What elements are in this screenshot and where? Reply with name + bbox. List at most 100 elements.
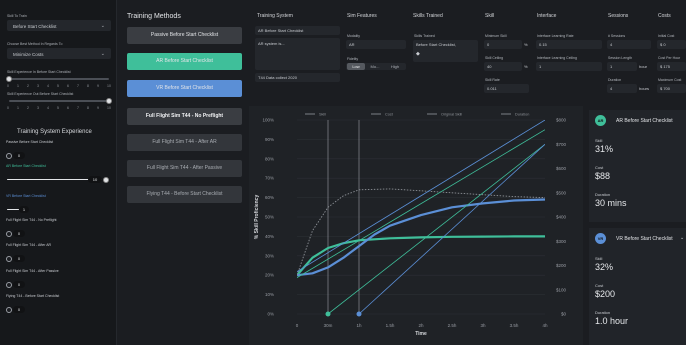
exp-before-label: Skill Experience In Before Start Checkli… xyxy=(7,70,71,74)
system-slider-fill xyxy=(7,208,19,210)
y2-tick-label: $400 xyxy=(556,215,567,220)
system-label: Full Flight Sim T44 - No Preflight xyxy=(6,218,57,222)
system-data-field[interactable]: T44 Data collect 2020 xyxy=(255,73,340,82)
interface-ceiling-field[interactable]: 1 xyxy=(536,62,602,71)
slider-tick-label: 5 xyxy=(57,84,59,88)
system-label: Full Flight Sim T44 - After Passive xyxy=(6,269,59,273)
system-slider-knob[interactable] xyxy=(6,306,12,313)
method-button[interactable]: Passive Before Start Checklist xyxy=(127,27,242,44)
method-badge: VR xyxy=(595,233,606,244)
hdr-sim-features: Sim Features xyxy=(347,13,377,19)
method-button[interactable]: AR Before Start Checklist xyxy=(127,53,242,70)
session-length-field[interactable]: 1 xyxy=(607,62,637,71)
system-slider-knob[interactable] xyxy=(103,176,109,183)
legend-label: Skill xyxy=(319,113,326,117)
slider-tick-label: 9 xyxy=(97,106,99,110)
interface-learning-label: Interface Learning Rate xyxy=(537,34,574,38)
system-value-bubble: 10 xyxy=(88,176,102,183)
cost-line xyxy=(297,120,545,272)
card-duration-label: Duration xyxy=(595,192,611,197)
y-tick-label: 10% xyxy=(265,292,274,297)
slider-tick-label: 6 xyxy=(67,106,69,110)
fidelity-low[interactable]: Low xyxy=(347,63,365,70)
skill-to-train-value: Before Start Checklist xyxy=(13,23,57,29)
system-slider-knob[interactable] xyxy=(6,255,12,262)
legend-label: Cost xyxy=(385,113,394,117)
slider-tick-label: 7 xyxy=(77,106,79,110)
y2-tick-label: $600 xyxy=(556,166,567,171)
exp-before-knob[interactable] xyxy=(6,75,12,82)
skill-rate-field[interactable]: 0.011 xyxy=(484,84,529,93)
system-desc-field[interactable]: AR system is... xyxy=(255,38,340,70)
system-name-field[interactable]: AR Before Start Checklist xyxy=(255,26,340,35)
skill-ceiling-label: Skill Ceiling xyxy=(485,56,504,60)
choose-best-select[interactable]: Minimize Costs ⌄ xyxy=(7,48,111,59)
hdr-interface: Interface xyxy=(537,13,557,19)
y2-tick-label: $300 xyxy=(556,239,567,244)
skill-to-train-select[interactable]: Before Start Checklist ⌄ xyxy=(7,20,111,31)
x-tick-label: 1h xyxy=(356,323,362,328)
choose-best-label: Choose Best Method In Regards To xyxy=(7,42,63,46)
system-slider-knob[interactable] xyxy=(6,230,12,237)
y-axis-label: % Skill Proficiency xyxy=(254,195,260,240)
result-card: AR AR Before Start Checklist Skill 31% Cost $… xyxy=(589,110,686,222)
card-cost-label: Cost xyxy=(595,283,604,288)
cost-per-hour-field[interactable]: $ 175 xyxy=(657,62,686,71)
choose-best-value: Minimize Costs xyxy=(13,51,44,57)
exp-out-slider[interactable] xyxy=(9,100,109,102)
card-skill-value: 32% xyxy=(595,262,614,272)
x-tick-label: 2.5h xyxy=(448,323,457,328)
modality-field[interactable]: AR xyxy=(346,40,406,49)
slider-tick-label: 8 xyxy=(87,84,89,88)
legend-label: Duration xyxy=(515,113,529,117)
hdr-skill: Skill xyxy=(485,13,495,19)
chevron-down-icon[interactable]: ⌄ xyxy=(680,235,684,241)
slider-tick-label: 4 xyxy=(47,84,49,88)
slider-tick-label: 2 xyxy=(27,106,29,110)
slider-tick-label: 0 xyxy=(7,84,9,88)
slider-tick-label: 1 xyxy=(17,84,19,88)
method-button[interactable]: VR Before Start Checklist xyxy=(127,80,242,97)
x-tick-label: 30m xyxy=(324,323,333,328)
x-tick-label: 1.5h xyxy=(386,323,395,328)
system-slider-knob[interactable] xyxy=(6,281,12,288)
duration-label: Duration xyxy=(608,78,622,82)
system-slider-knob[interactable] xyxy=(6,152,12,159)
fidelity-label: Fidelity xyxy=(347,57,359,61)
system-value-bubble: 1 xyxy=(19,206,29,213)
exp-out-ticks: 0 1 2 3 4 5 6 7 8 9 10 xyxy=(7,106,111,110)
interface-learning-field[interactable]: 0.15 xyxy=(536,40,602,49)
max-cost-label: Maximum Cost xyxy=(658,78,682,82)
y2-tick-label: $0 xyxy=(561,312,567,317)
method-button[interactable]: Full Flight Sim T44 - No Preflight xyxy=(127,108,242,125)
method-button[interactable]: Full Flight Sim T44 - After Passive xyxy=(127,160,242,177)
y-tick-label: 70% xyxy=(265,176,274,181)
exp-out-knob[interactable] xyxy=(106,97,112,104)
fidelity-high[interactable]: High xyxy=(385,63,405,70)
skill-ceiling-field[interactable]: 40 xyxy=(484,62,522,71)
card-skill-value: 31% xyxy=(595,144,614,154)
slider-tick-label: 10 xyxy=(107,106,111,110)
max-cost-field[interactable]: $ 700 xyxy=(657,84,686,93)
min-skill-field[interactable]: 0 xyxy=(484,40,522,49)
slider-tick-label: 2 xyxy=(27,84,29,88)
fidelity-medium[interactable]: Mo... xyxy=(366,63,384,70)
exp-before-slider[interactable] xyxy=(9,78,109,80)
slider-tick-label: 10 xyxy=(107,84,111,88)
slider-tick-label: 6 xyxy=(67,84,69,88)
y-tick-label: 40% xyxy=(265,234,274,239)
y-tick-label: 100% xyxy=(262,118,274,123)
skills-trained-field[interactable]: Before Start Checklist, ◆ xyxy=(413,40,478,62)
duration-field[interactable]: 4 xyxy=(607,84,637,93)
method-button[interactable]: Flying T44 - Before Start Checklist xyxy=(127,186,242,203)
system-value-bubble: 0 xyxy=(13,306,25,313)
system-label: Flying T44 - Before Start Checklist xyxy=(6,294,60,298)
chevron-down-icon: ⌄ xyxy=(100,50,105,57)
y-tick-label: 20% xyxy=(265,273,274,278)
system-value-bubble: 0 xyxy=(13,281,25,288)
hdr-sessions: Sessions xyxy=(608,13,629,19)
num-sessions-field[interactable]: 4 xyxy=(607,40,651,49)
initial-cost-field[interactable]: $ 0 xyxy=(657,40,686,49)
card-title: VR Before Start Checklist xyxy=(616,236,673,242)
method-button[interactable]: Full Flight Sim T44 - After AR xyxy=(127,134,242,151)
